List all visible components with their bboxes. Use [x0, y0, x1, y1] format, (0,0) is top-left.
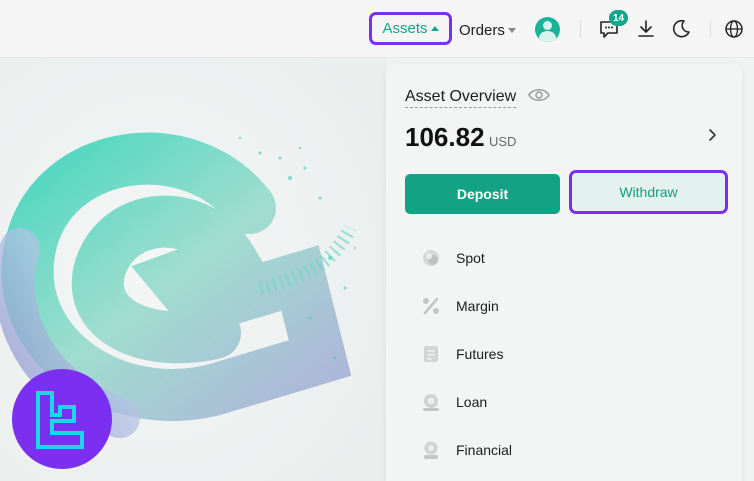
deposit-button[interactable]: Deposit [405, 174, 560, 214]
financial-icon [424, 441, 438, 459]
menu-item-label: Loan [456, 394, 488, 410]
withdraw-button[interactable]: Withdraw [569, 170, 728, 214]
menu-item-label: Margin [456, 298, 499, 314]
eye-icon[interactable] [528, 87, 550, 103]
divider [710, 20, 711, 38]
globe-icon[interactable] [723, 18, 745, 40]
spot-icon [423, 250, 439, 266]
balance-currency: USD [489, 134, 517, 149]
document-icon [424, 346, 438, 362]
assets-dropdown-panel: Asset Overview 106.82 USD Deposit Withdr… [386, 64, 742, 481]
menu-item-loan[interactable]: Loan [420, 387, 720, 417]
page: Assets Orders 14 Asset Overview 106.82 U… [0, 0, 754, 481]
menu-item-spot[interactable]: Spot [420, 243, 720, 273]
asset-overview-title[interactable]: Asset Overview [405, 88, 517, 108]
menu-item-financial[interactable]: Financial [420, 435, 720, 465]
download-icon[interactable] [635, 18, 657, 40]
brand-logo [12, 369, 112, 469]
nav-orders-dropdown[interactable]: Orders [459, 20, 516, 40]
moon-icon[interactable] [670, 18, 692, 40]
nav-assets-dropdown[interactable]: Assets [369, 12, 452, 45]
caret-up-icon [430, 26, 439, 31]
loan-icon [423, 394, 439, 411]
avatar[interactable] [535, 17, 560, 42]
menu-item-margin[interactable]: Margin [420, 291, 720, 321]
nav-assets-label: Assets [382, 20, 428, 37]
chevron-right-icon[interactable] [708, 128, 718, 142]
menu-item-label: Spot [456, 250, 485, 266]
divider [580, 20, 581, 38]
menu-item-label: Financial [456, 442, 513, 458]
nav-orders-label: Orders [459, 21, 505, 39]
notification-badge: 14 [609, 10, 629, 26]
menu-item-label: Futures [456, 346, 504, 362]
balance-amount: 106.82 [405, 122, 485, 152]
caret-down-icon [507, 27, 516, 33]
top-navbar: Assets Orders 14 [0, 0, 754, 58]
percent-icon [423, 297, 439, 315]
menu-item-futures[interactable]: Futures [420, 339, 720, 369]
